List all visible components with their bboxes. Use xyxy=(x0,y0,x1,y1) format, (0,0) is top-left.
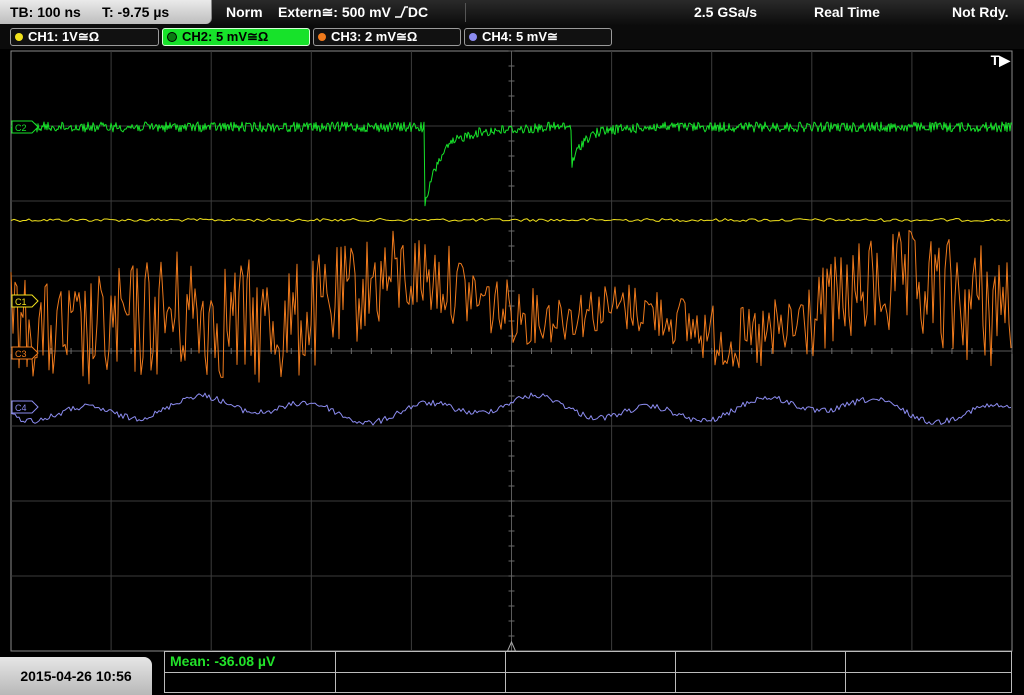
measurement-cell[interactable] xyxy=(505,672,676,692)
status-bar: TB: 100 ns T: -9.75 µs Norm Extern≅: 500… xyxy=(0,0,1024,25)
ch1-trace xyxy=(10,218,1011,222)
acquisition-state-label: Not Rdy. xyxy=(952,4,1009,20)
trigger-source-label[interactable]: Extern≅: 500 mV DC xyxy=(278,0,428,24)
ch1-tab-label: CH1: 1V≅Ω xyxy=(28,29,100,44)
measurement-cell[interactable]: Mean: -36.08 µV xyxy=(165,652,336,672)
tab-ch3[interactable]: CH3: 2 mV≅Ω xyxy=(313,28,461,46)
status-divider xyxy=(465,3,466,22)
trigger-coupling-text: DC xyxy=(407,4,429,20)
ch3-marker-label: C3 xyxy=(15,349,27,359)
measurement-cell[interactable] xyxy=(675,652,846,672)
tab-ch1[interactable]: CH1: 1V≅Ω xyxy=(10,28,159,46)
channel-bar: CH1: 1V≅Ω CH2: 5 mV≅Ω CH3: 2 mV≅Ω CH4: 5… xyxy=(0,25,1024,49)
date-time-display: 2015-04-26 10:56 xyxy=(0,657,152,695)
ch3-tab-label: CH3: 2 mV≅Ω xyxy=(331,29,418,44)
ch4-marker-label: C4 xyxy=(15,403,27,413)
waveform-svg: C2 C1 C3 C4 xyxy=(10,50,1013,652)
sample-rate-label[interactable]: 2.5 GSa/s xyxy=(694,0,757,24)
ch4-color-dot xyxy=(469,33,477,41)
ch2-marker-label: C2 xyxy=(15,123,27,133)
ch2-color-dot xyxy=(167,32,177,42)
trigger-level-text: Extern≅: 500 mV xyxy=(278,3,391,20)
rising-edge-icon xyxy=(394,6,408,18)
measurement-cell[interactable] xyxy=(165,672,336,692)
ch3-ref-marker: C3 xyxy=(11,346,39,360)
ch1-ref-marker: C1 xyxy=(11,294,39,308)
waveform-display[interactable]: C2 C1 C3 C4 T▶ xyxy=(0,49,1024,656)
trigger-time-label[interactable]: T: -9.75 µs xyxy=(102,0,169,24)
timebase-label[interactable]: TB: 100 ns xyxy=(10,0,81,24)
graticule xyxy=(10,50,1013,652)
acquisition-mode-label[interactable]: Real Time xyxy=(814,0,880,24)
measurement-cell[interactable] xyxy=(335,652,506,672)
measurement-row[interactable]: Mean: -36.08 µV xyxy=(165,652,1011,673)
ch4-ref-marker: C4 xyxy=(11,400,39,414)
ch4-tab-label: CH4: 5 mV≅ xyxy=(482,29,558,44)
ch2-ref-marker: C2 xyxy=(11,120,39,134)
ch1-color-dot xyxy=(15,33,23,41)
measurement-table[interactable]: Mean: -36.08 µV xyxy=(164,651,1012,693)
measurement-cell[interactable] xyxy=(675,672,846,692)
tab-ch2[interactable]: CH2: 5 mV≅Ω xyxy=(162,28,310,46)
timebase-panel[interactable]: TB: 100 ns T: -9.75 µs xyxy=(0,0,212,24)
trigger-position-marker[interactable]: T▶ xyxy=(991,52,1010,69)
measurement-cell[interactable] xyxy=(335,672,506,692)
ch3-color-dot xyxy=(318,33,326,41)
mean-measurement: Mean: -36.08 µV xyxy=(170,653,276,669)
ch1-marker-label: C1 xyxy=(15,297,27,307)
tab-ch4[interactable]: CH4: 5 mV≅ xyxy=(464,28,612,46)
measurement-row[interactable] xyxy=(165,672,1011,692)
trigger-mode-label[interactable]: Norm xyxy=(226,0,263,24)
measurement-cell[interactable] xyxy=(505,652,676,672)
ch2-tab-label: CH2: 5 mV≅Ω xyxy=(182,29,269,44)
